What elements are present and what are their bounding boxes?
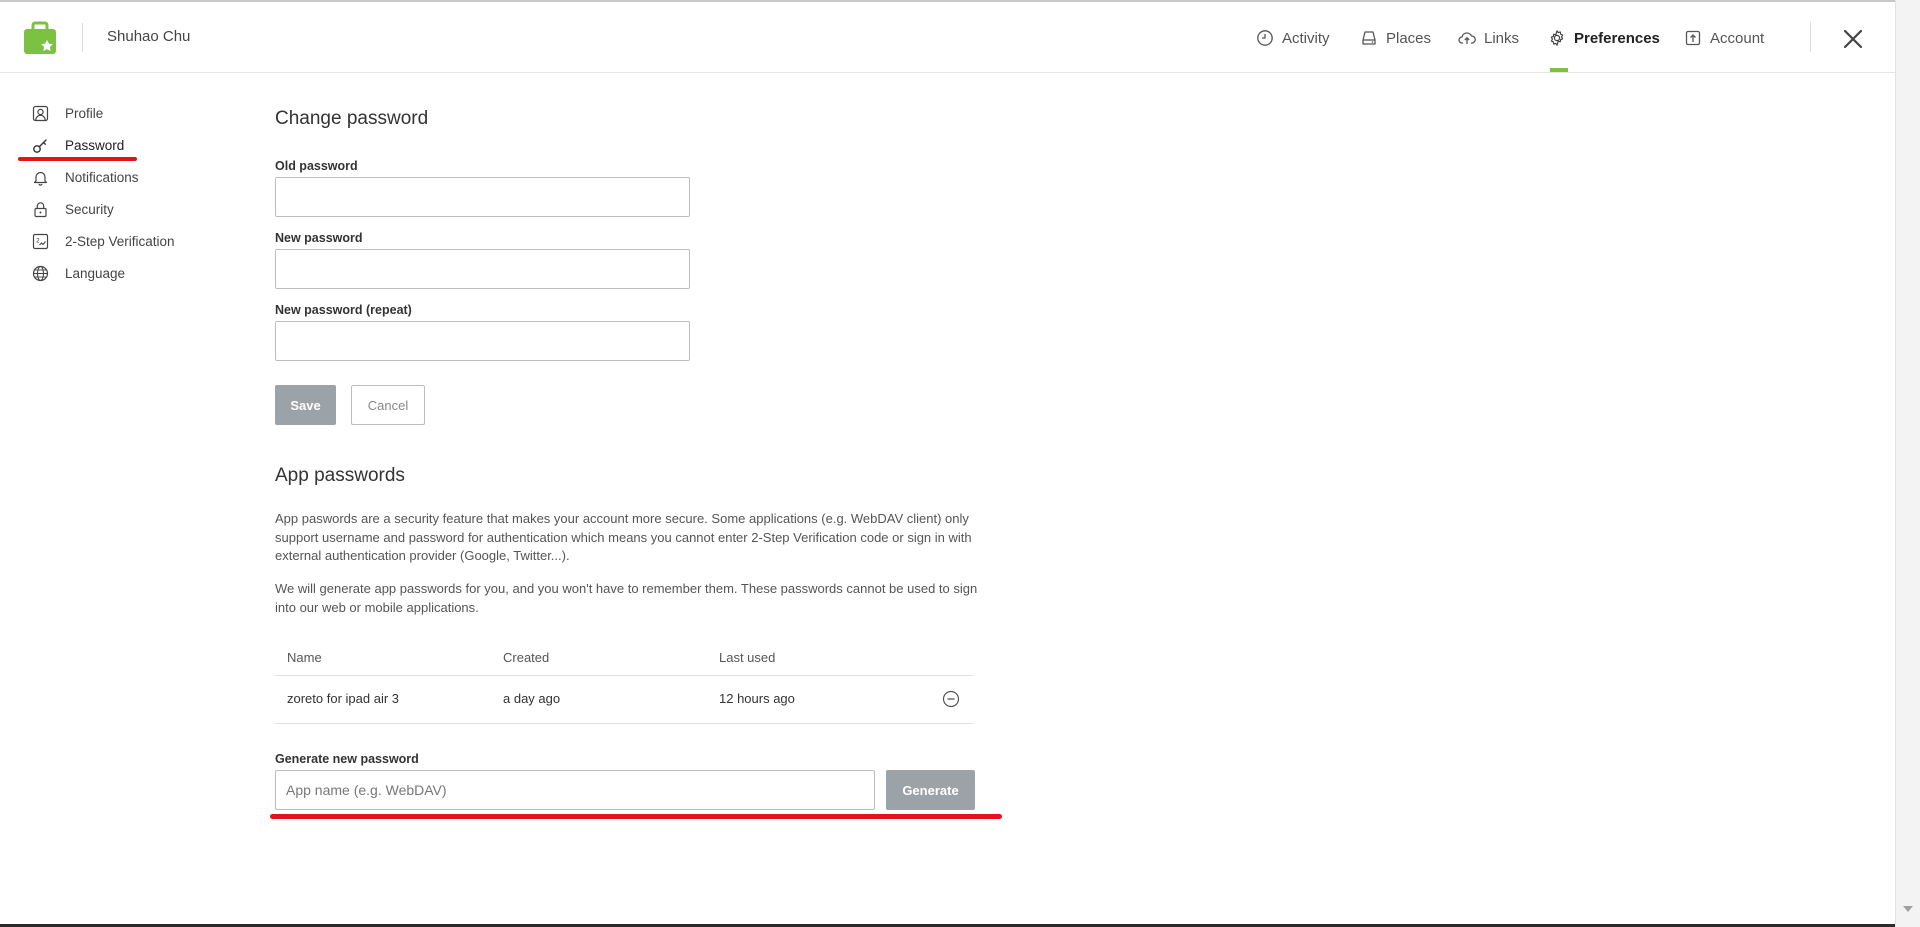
app-passwords-note: We will generate app passwords for you, …	[275, 581, 978, 615]
cancel-button[interactable]: Cancel	[351, 385, 425, 425]
nav-links-label: Links	[1484, 29, 1520, 47]
nav-activity-label: Activity	[1282, 29, 1330, 47]
sidebar-item-security[interactable]: Security	[32, 198, 114, 220]
nav-places[interactable]: Places	[1360, 27, 1431, 49]
header-divider	[82, 23, 83, 52]
sidebar-item-profile[interactable]: Profile	[32, 102, 103, 124]
row-created: a day ago	[503, 691, 561, 706]
cloud-upload-icon	[1458, 32, 1476, 44]
nav-links[interactable]: Links	[1458, 27, 1519, 49]
sidebar-item-notifications[interactable]: Notifications	[32, 166, 139, 188]
repeat-password-field[interactable]	[275, 321, 690, 361]
column-header-name: Name	[287, 650, 322, 665]
sidebar-item-label: 2-Step Verification	[65, 233, 175, 249]
save-button[interactable]: Save	[275, 385, 336, 425]
account-upload-icon	[1685, 30, 1701, 46]
nav-preferences-label: Preferences	[1574, 29, 1660, 47]
globe-icon	[32, 265, 49, 281]
close-icon[interactable]	[1840, 26, 1866, 52]
sidebar-item-label: Language	[65, 265, 126, 281]
remove-circle-icon[interactable]	[942, 690, 960, 708]
sidebar-item-2-step-verification[interactable]: 2 2-Step Verification	[32, 230, 175, 252]
nav-places-label: Places	[1386, 29, 1432, 47]
sidebar-item-password[interactable]: Password	[32, 134, 124, 156]
app-name-input[interactable]	[275, 770, 875, 810]
drive-icon	[1362, 31, 1376, 45]
nav-account[interactable]: Account	[1684, 27, 1764, 49]
old-password-label: Old password	[275, 159, 358, 173]
new-password-label: New password	[275, 231, 363, 245]
app-passwords-description: App paswords are a security feature that…	[275, 511, 972, 563]
lock-icon	[34, 201, 47, 217]
sidebar-item-label: Password	[65, 137, 125, 153]
sidebar-item-label: Security	[65, 201, 114, 217]
column-header-last-used: Last used	[719, 650, 776, 665]
bell-icon	[33, 171, 48, 186]
row-name: zoreto for ipad air 3	[287, 691, 400, 706]
active-tab-indicator	[1550, 68, 1568, 72]
row-last-used: 12 hours ago	[719, 691, 795, 706]
table-header-divider	[275, 675, 973, 676]
sidebar-item-label: Profile	[65, 105, 104, 121]
vertical-scrollbar[interactable]	[1895, 0, 1920, 927]
profile-icon	[32, 105, 49, 121]
change-password-title: Change password	[275, 108, 429, 129]
user-name: Shuhao Chu	[107, 28, 191, 45]
new-password-field[interactable]	[275, 249, 690, 289]
briefcase-star-logo-icon[interactable]	[22, 20, 58, 56]
svg-text:2: 2	[36, 237, 40, 244]
old-password-field[interactable]	[275, 177, 690, 217]
sidebar-item-language[interactable]: Language	[32, 262, 125, 284]
nav-account-label: Account	[1710, 29, 1765, 47]
gear-icon	[1550, 30, 1564, 46]
two-step-icon: 2	[32, 233, 49, 249]
nav-preferences[interactable]: Preferences	[1548, 27, 1660, 49]
key-icon	[33, 138, 47, 153]
generate-password-label: Generate new password	[275, 752, 419, 766]
table-row-divider	[275, 723, 973, 724]
clock-icon	[1257, 30, 1273, 46]
sidebar-item-label: Notifications	[65, 169, 139, 185]
app-passwords-title: App passwords	[275, 465, 405, 486]
repeat-password-label: New password (repeat)	[275, 303, 412, 317]
password-highlight-underline	[18, 157, 137, 161]
app-header: Shuhao Chu Activity Places Links Prefere…	[0, 2, 1895, 73]
nav-activity[interactable]: Activity	[1256, 27, 1330, 49]
header-right-divider	[1810, 22, 1811, 52]
scroll-down-arrow-icon[interactable]	[1903, 906, 1913, 912]
generate-highlight-underline	[270, 814, 1002, 819]
generate-button[interactable]: Generate	[886, 770, 975, 810]
column-header-created: Created	[503, 650, 550, 665]
